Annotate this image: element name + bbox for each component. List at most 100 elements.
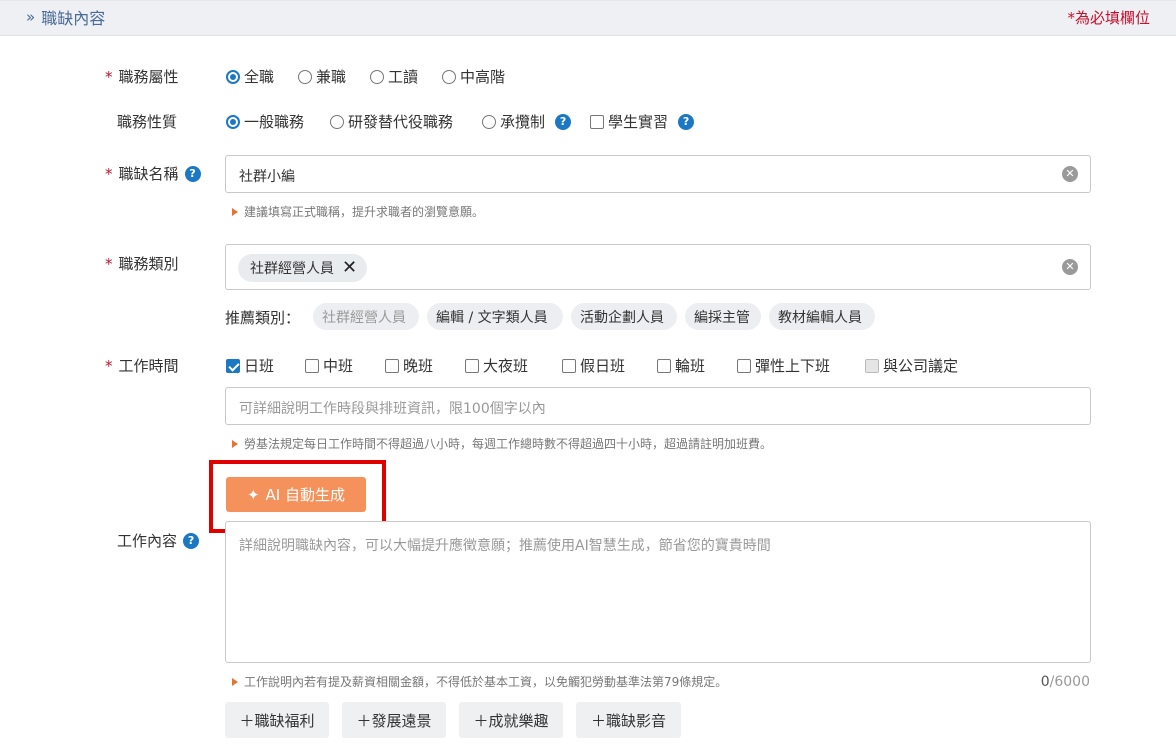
work-time-option-flexible[interactable]: 彈性上下班 [737, 355, 830, 376]
job-nature-option-contract[interactable]: 承攬制 ? [482, 111, 572, 132]
hint-text: 建議填寫正式職稱，提升求職者的瀏覽意願。 [244, 205, 485, 219]
recommend-chip[interactable]: 活動企劃人員 [571, 303, 677, 330]
work-time-label: * 工作時間 [105, 355, 179, 376]
work-time-option-mid[interactable]: 中班 [305, 355, 353, 376]
clear-icon[interactable]: ✕ [1062, 166, 1078, 182]
job-nature-option-general[interactable]: 一般職務 [226, 111, 304, 132]
recommend-chip[interactable]: 編輯 / 文字類人員 [427, 303, 563, 330]
job-nature-option-intern[interactable]: 學生實習 ? [590, 111, 695, 132]
required-star: * [105, 356, 113, 375]
option-label: 中高階 [460, 68, 506, 86]
option-label: 兼職 [316, 68, 347, 86]
work-time-option-day[interactable]: 日班 [226, 355, 274, 376]
job-type-option-parttime[interactable]: 兼職 [298, 66, 346, 87]
clear-icon[interactable]: ✕ [1062, 259, 1078, 275]
job-content-label-text: 工作內容 [117, 532, 178, 550]
radio-selected-icon[interactable] [226, 69, 240, 84]
char-count: 0 [1040, 674, 1050, 690]
help-icon[interactable]: ? [183, 532, 200, 549]
work-time-placeholder: 可詳細說明工作時段與排班資訊，限100個字以內 [239, 401, 546, 417]
job-content-placeholder: 詳細說明職缺內容，可以大幅提升應徵意願；推薦使用AI智慧生成，節省您的寶貴時間 [239, 538, 771, 554]
add-video-button[interactable]: ＋職缺影音 [576, 702, 681, 738]
checkbox-icon[interactable] [590, 114, 604, 129]
job-nature-option-rd-service[interactable]: 研發替代役職務 [330, 111, 453, 132]
add-vision-button[interactable]: ＋發展遠景 [342, 702, 446, 738]
option-label: 研發替代役職務 [348, 113, 454, 131]
checkbox-disabled-icon[interactable] [865, 358, 879, 373]
hint-text: 工作說明內若有提及薪資相關金額，不得低於基本工資，以免觸犯勞動基準法第79條規定… [244, 675, 728, 689]
category-tag-label: 社群經營人員 [250, 261, 334, 277]
triangle-right-icon [232, 207, 238, 216]
option-label: 晚班 [403, 357, 434, 375]
option-label: 承攬制 [500, 113, 546, 131]
required-star: * [105, 67, 113, 86]
option-label: 全職 [244, 68, 275, 86]
job-title-label: * 職缺名稱 ? [105, 163, 201, 184]
radio-icon[interactable] [298, 69, 312, 84]
job-type-option-senior[interactable]: 中高階 [442, 66, 505, 87]
job-title-label-text: 職缺名稱 [118, 165, 179, 183]
job-content-textarea[interactable]: 詳細說明職缺內容，可以大幅提升應徵意願；推薦使用AI智慧生成，節省您的寶貴時間 [225, 521, 1091, 663]
checkbox-icon[interactable] [657, 358, 671, 373]
radio-icon[interactable] [442, 69, 456, 84]
help-icon[interactable]: ? [555, 113, 572, 130]
job-nature-label: 職務性質 [117, 111, 177, 132]
work-time-option-negotiable[interactable]: 與公司議定 [865, 355, 958, 376]
recommend-chip[interactable]: 社群經營人員 [313, 303, 419, 330]
checkbox-icon[interactable] [737, 358, 751, 373]
work-time-option-overnight[interactable]: 大夜班 [465, 355, 528, 376]
job-content-hint: 工作說明內若有提及薪資相關金額，不得低於基本工資，以免觸犯勞動基準法第79條規定… [232, 673, 727, 690]
work-time-option-rotation[interactable]: 輪班 [657, 355, 705, 376]
checkbox-icon[interactable] [562, 358, 576, 373]
section-header: » 職缺內容 *為必填欄位 [0, 0, 1176, 36]
job-title-input[interactable]: 社群小編 ✕ [225, 155, 1091, 193]
checkbox-icon[interactable] [305, 358, 319, 373]
recommend-chip[interactable]: 編採主管 [685, 303, 761, 330]
option-label: 一般職務 [244, 113, 305, 131]
checkbox-checked-icon[interactable] [226, 358, 240, 373]
hint-text: 勞基法規定每日工作時間不得超過八小時，每週工作總時數不得超過四十小時，超過請註明… [244, 437, 773, 451]
checkbox-icon[interactable] [465, 358, 479, 373]
job-nature-label-text: 職務性質 [117, 113, 178, 131]
work-time-option-night[interactable]: 晚班 [385, 355, 433, 376]
option-label: 輪班 [675, 357, 706, 375]
radio-icon[interactable] [330, 114, 344, 129]
job-type-label: * 職務屬性 [105, 66, 179, 87]
job-type-label-text: 職務屬性 [118, 68, 179, 86]
help-icon[interactable]: ? [184, 165, 201, 182]
section-title: » 職缺內容 [26, 5, 105, 29]
radio-icon[interactable] [482, 114, 496, 129]
recommend-label: 推薦類別： [225, 309, 301, 327]
category-tag[interactable]: 社群經營人員 ✕ [238, 254, 368, 282]
add-benefits-button[interactable]: ＋職缺福利 [225, 702, 329, 738]
work-time-hint: 勞基法規定每日工作時間不得超過八小時，每週工作總時數不得超過四十小時，超過請註明… [232, 435, 772, 452]
option-label: 大夜班 [483, 357, 529, 375]
required-star: * [105, 254, 113, 273]
work-time-detail-input[interactable]: 可詳細說明工作時段與排班資訊，限100個字以內 [225, 387, 1091, 425]
job-category-input[interactable]: 社群經營人員 ✕ ✕ [225, 244, 1091, 290]
job-title-hint: 建議填寫正式職稱，提升求職者的瀏覽意願。 [232, 203, 484, 220]
remove-tag-icon[interactable]: ✕ [342, 259, 357, 277]
job-type-option-worker[interactable]: 工讀 [370, 66, 418, 87]
work-time-option-holiday[interactable]: 假日班 [562, 355, 625, 376]
required-star: * [105, 164, 113, 183]
checkbox-icon[interactable] [385, 358, 399, 373]
option-label: 中班 [323, 357, 354, 375]
job-content-label: 工作內容 ? [117, 530, 200, 551]
option-label: 假日班 [580, 357, 626, 375]
radio-icon[interactable] [370, 69, 384, 84]
job-type-option-fulltime[interactable]: 全職 [226, 66, 274, 87]
char-max: /6000 [1049, 674, 1090, 690]
option-label: 與公司議定 [883, 357, 959, 375]
job-category-label-text: 職務類別 [118, 255, 179, 273]
radio-selected-icon[interactable] [226, 114, 240, 129]
help-icon[interactable]: ? [678, 113, 695, 130]
required-note: *為必填欄位 [1067, 9, 1150, 27]
option-label: 工讀 [388, 68, 419, 86]
option-label: 學生實習 [608, 113, 669, 131]
recommend-chip[interactable]: 教材編輯人員 [769, 303, 875, 330]
triangle-right-icon [232, 439, 238, 448]
add-achievement-button[interactable]: ＋成就樂趣 [459, 702, 563, 738]
char-counter: 0/6000 [1041, 674, 1090, 690]
work-time-label-text: 工作時間 [118, 357, 179, 375]
